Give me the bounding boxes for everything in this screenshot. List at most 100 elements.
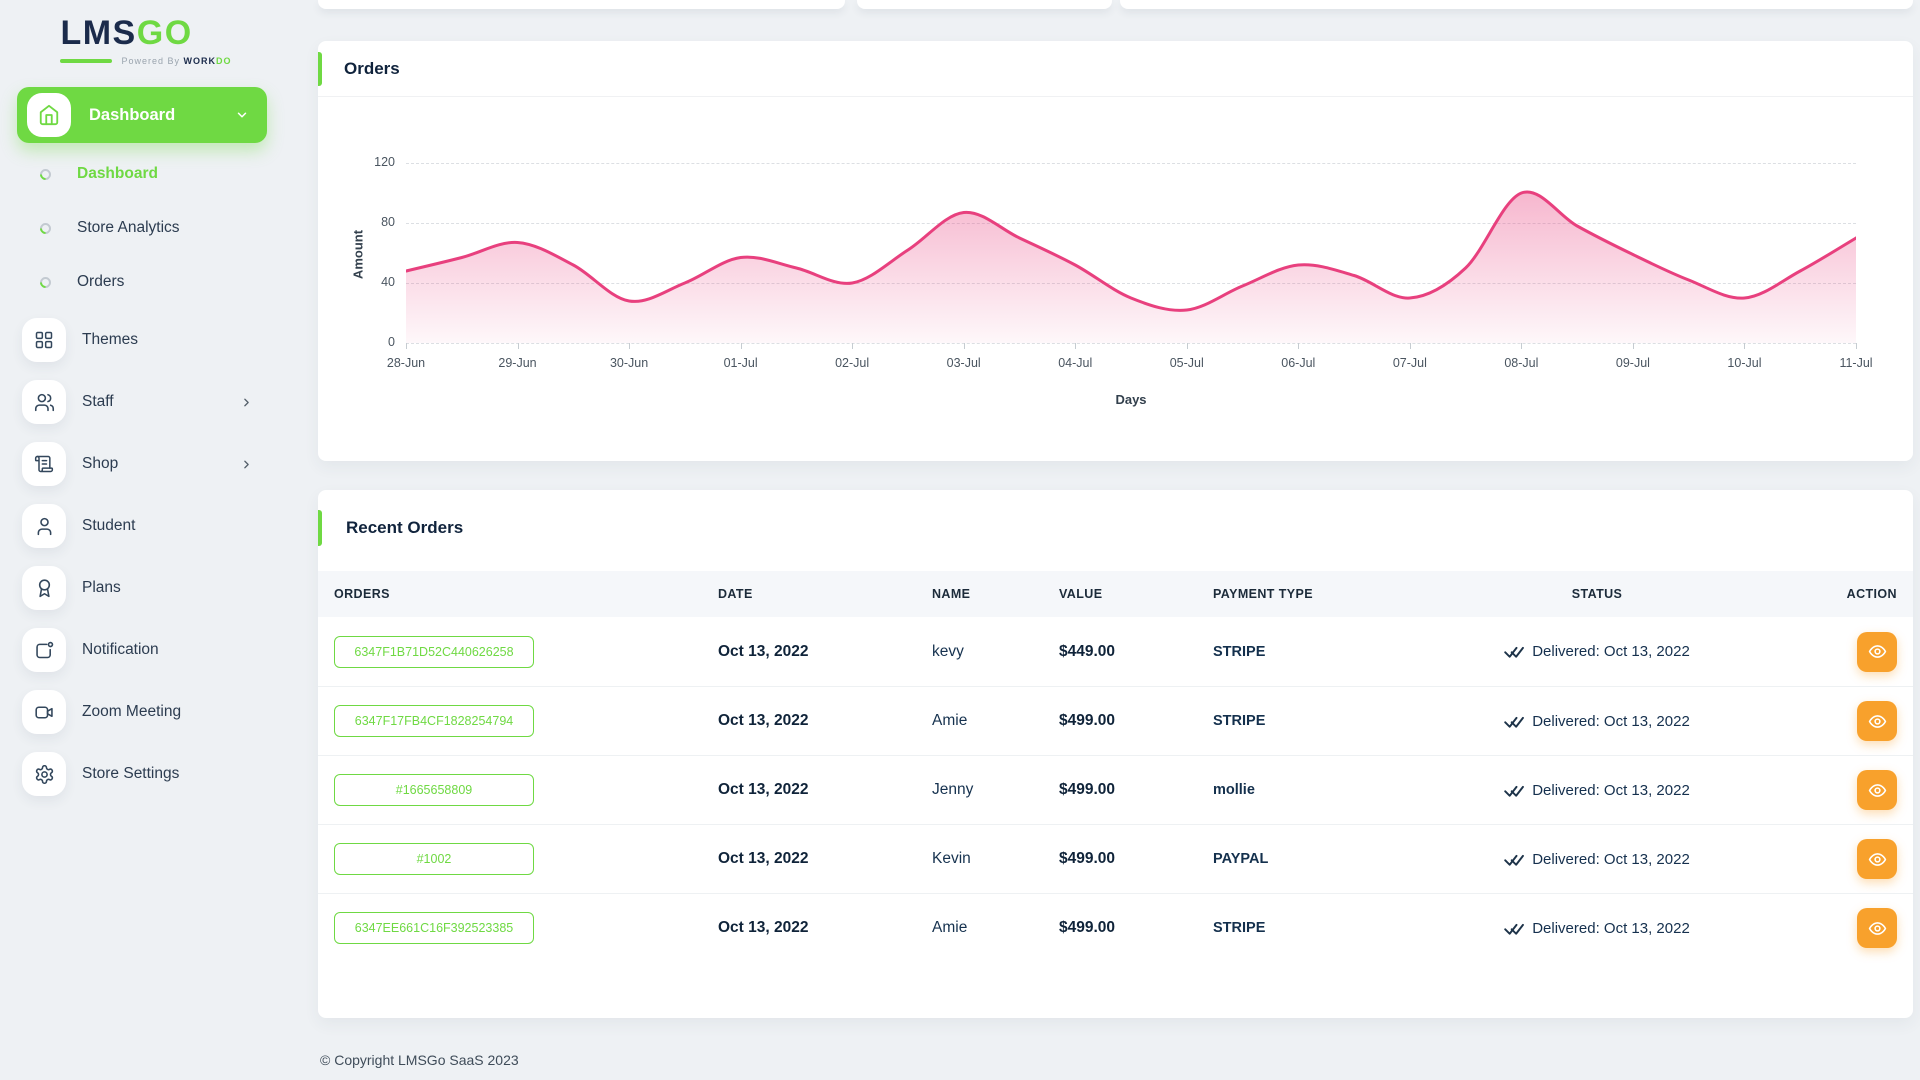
action-cell <box>1742 770 1913 810</box>
sidebar-item-store-settings[interactable]: Store Settings <box>0 743 292 805</box>
x-axis-label: 10-Jul <box>1709 356 1779 370</box>
x-axis-title: Days <box>1096 392 1166 407</box>
customer-name: kevy <box>932 643 1059 661</box>
payment-type: STRIPE <box>1213 920 1452 936</box>
action-cell <box>1742 632 1913 672</box>
app-logo[interactable]: LMSGO Powered By WORKDO <box>60 16 231 66</box>
x-axis-label: 06-Jul <box>1263 356 1333 370</box>
order-date: Oct 13, 2022 <box>718 781 932 799</box>
x-axis-tick <box>1187 343 1188 349</box>
sidebar-subitem-store-analytics[interactable]: Store Analytics <box>0 201 292 255</box>
column-header-payment-type: PAYMENT TYPE <box>1213 587 1452 601</box>
x-axis-label: 28-Jun <box>371 356 441 370</box>
order-date: Oct 13, 2022 <box>718 919 932 937</box>
order-id-chip[interactable]: #1002 <box>334 843 534 875</box>
status-cell: Delivered: Oct 13, 2022 <box>1452 851 1742 868</box>
recent-orders-header: Recent Orders <box>318 490 1913 564</box>
status-cell: Delivered: Oct 13, 2022 <box>1452 920 1742 937</box>
order-id-chip[interactable]: 6347F1B71D52C440626258 <box>334 636 534 668</box>
y-axis-label: 120 <box>349 155 395 169</box>
payment-type: mollie <box>1213 782 1452 798</box>
gear-icon <box>22 752 66 796</box>
double-check-icon <box>1504 783 1525 798</box>
view-order-button[interactable] <box>1857 770 1897 810</box>
powered-by-text: Powered By WORKDO <box>121 56 231 66</box>
orders-chart-card: Orders Amount Days 04080120 28-Jun29-Jun… <box>318 41 1913 461</box>
x-axis-label: 09-Jul <box>1598 356 1668 370</box>
eye-icon <box>1868 919 1887 938</box>
chevron-down-icon <box>235 108 249 122</box>
orders-card-title: Orders <box>344 59 400 79</box>
footer-copyright: © Copyright LMSGo SaaS 2023 <box>320 1052 519 1068</box>
sidebar-item-themes[interactable]: Themes <box>0 309 292 371</box>
sidebar-subitem-orders[interactable]: Orders <box>0 255 292 309</box>
order-date: Oct 13, 2022 <box>718 712 932 730</box>
order-id-chip[interactable]: 6347EE661C16F392523385 <box>334 912 534 944</box>
logo-lms: LMS <box>60 14 136 52</box>
status-badge: Delivered: Oct 13, 2022 <box>1504 782 1690 799</box>
sidebar-subitem-label: Store Analytics <box>77 219 180 237</box>
view-order-button[interactable] <box>1857 701 1897 741</box>
x-axis-label: 11-Jul <box>1821 356 1891 370</box>
card-accent-bar <box>318 510 322 546</box>
view-order-button[interactable] <box>1857 908 1897 948</box>
sidebar-menu: Themes Staff Shop Student PlansNotificationZ… <box>0 309 292 805</box>
status-text: Delivered: Oct 13, 2022 <box>1532 713 1690 730</box>
order-value: $499.00 <box>1059 781 1213 799</box>
order-id-cell: #1002 <box>334 843 718 875</box>
x-axis-tick <box>1410 343 1411 349</box>
x-axis-tick <box>1298 343 1299 349</box>
x-axis-label: 01-Jul <box>706 356 776 370</box>
sidebar-item-shop[interactable]: Shop <box>0 433 292 495</box>
x-axis-tick <box>1521 343 1522 349</box>
page-container: LMSGO Powered By WORKDO Dashboard Dashbo… <box>0 0 1920 1080</box>
sidebar-item-staff[interactable]: Staff <box>0 371 292 433</box>
sidebar-item-student[interactable]: Student <box>0 495 292 557</box>
x-axis-label: 04-Jul <box>1040 356 1110 370</box>
payment-type: STRIPE <box>1213 713 1452 729</box>
card-accent-bar <box>318 52 322 86</box>
action-cell <box>1742 701 1913 741</box>
view-order-button[interactable] <box>1857 632 1897 672</box>
sidebar-item-zoom-meeting[interactable]: Zoom Meeting <box>0 681 292 743</box>
customer-name: Jenny <box>932 781 1059 799</box>
home-icon <box>27 93 71 137</box>
grid-line <box>406 343 1856 344</box>
sidebar-item-label: Student <box>82 517 135 535</box>
order-date: Oct 13, 2022 <box>718 850 932 868</box>
status-badge: Delivered: Oct 13, 2022 <box>1504 643 1690 660</box>
x-axis-tick <box>518 343 519 349</box>
x-axis-label: 02-Jul <box>817 356 887 370</box>
eye-icon <box>1868 781 1887 800</box>
table-body: 6347F1B71D52C440626258 Oct 13, 2022 kevy $4… <box>318 617 1913 962</box>
double-check-icon <box>1504 644 1525 659</box>
eye-icon <box>1868 642 1887 661</box>
status-text: Delivered: Oct 13, 2022 <box>1532 782 1690 799</box>
sidebar-item-notification[interactable]: Notification <box>0 619 292 681</box>
order-id-chip[interactable]: #1665658809 <box>334 774 534 806</box>
video-icon <box>22 690 66 734</box>
order-id-chip[interactable]: 6347F17FB4CF1828254794 <box>334 705 534 737</box>
sidebar-sub-menu: Dashboard Store Analytics Orders <box>0 147 292 309</box>
sidebar-item-label: Themes <box>82 331 138 349</box>
customer-name: Amie <box>932 919 1059 937</box>
sidebar-item-dashboard-group[interactable]: Dashboard <box>17 87 267 143</box>
column-header-action: ACTION <box>1742 587 1913 601</box>
sidebar-item-plans[interactable]: Plans <box>0 557 292 619</box>
sidebar-subitem-dashboard[interactable]: Dashboard <box>0 147 292 201</box>
notification-icon <box>22 628 66 672</box>
table-row: #1002Oct 13, 2022Kevin$499.00PAYPALDeliv… <box>318 824 1913 893</box>
orders-card-header: Orders <box>318 41 1913 97</box>
status-badge: Delivered: Oct 13, 2022 <box>1504 920 1690 937</box>
order-id-cell: 6347F17FB4CF1828254794 <box>334 705 718 737</box>
order-value: $499.00 <box>1059 850 1213 868</box>
order-id-cell: 6347EE661C16F392523385 <box>334 912 718 944</box>
column-header-date: DATE <box>718 587 932 601</box>
view-order-button[interactable] <box>1857 839 1897 879</box>
sidebar-item-label: Staff <box>82 393 114 411</box>
table-header-row: ORDERS DATE NAME VALUE PAYMENT TYPE STAT… <box>318 571 1913 617</box>
recent-orders-title: Recent Orders <box>346 518 463 538</box>
customer-name: Kevin <box>932 850 1059 868</box>
x-axis-label: 07-Jul <box>1375 356 1445 370</box>
status-badge: Delivered: Oct 13, 2022 <box>1504 851 1690 868</box>
